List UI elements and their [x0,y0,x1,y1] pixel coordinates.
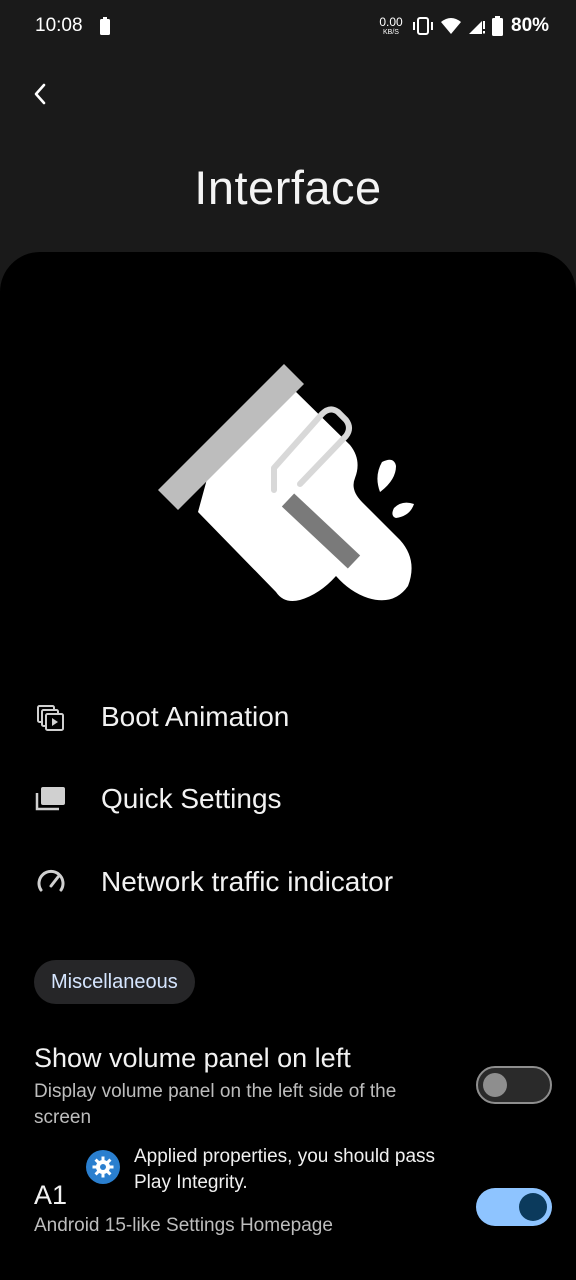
toast-message: Applied properties, you should pass Play… [134,1146,436,1193]
toast-notification: Applied properties, you should pass Play… [74,1140,474,1202]
chevron-left-icon [34,83,46,105]
setting-a15-homepage-title[interactable]: A1 [34,1180,67,1211]
battery-saver-icon [100,17,110,35]
status-bar: 10:08 0.00 KB/S 80% [0,0,576,54]
network-speed-indicator: 0.00 KB/S [379,15,403,36]
tiles-icon [34,782,68,816]
menu-item-label: Network traffic indicator [101,866,394,897]
menu-item-network-traffic[interactable]: Network traffic indicator [0,846,576,918]
a15-homepage-toggle[interactable] [476,1188,552,1226]
toggle-thumb [483,1073,507,1097]
menu-item-boot-animation[interactable]: Boot Animation [0,681,576,753]
vibrate-icon [413,17,433,35]
wifi-icon [441,18,461,34]
speedometer-icon [34,865,68,899]
category-chip-miscellaneous: Miscellaneous [34,960,195,1004]
menu-item-label: Boot Animation [101,701,290,732]
setting-volume-panel-summary: Display volume panel on the left side of… [34,1081,397,1128]
settings-gear-icon [86,1150,120,1184]
battery-percent: 80% [511,15,550,36]
slideshow-icon [34,700,68,734]
setting-volume-panel-title[interactable]: Show volume panel on left [34,1043,351,1074]
back-button[interactable] [22,76,58,112]
battery-icon [492,16,503,36]
page-title: Interface [194,161,382,214]
cell-signal-icon [469,21,485,34]
status-icons: 80% [412,15,549,37]
toggle-thumb [519,1193,547,1221]
menu-item-quick-settings[interactable]: Quick Settings [0,763,576,835]
status-time: 10:08 [35,15,83,36]
menu-item-label: Quick Settings [101,783,282,814]
volume-panel-left-toggle[interactable] [476,1066,552,1104]
setting-a15-homepage-summary: Android 15-like Settings Homepage [34,1215,333,1236]
paint-roller-illustration [158,364,414,601]
